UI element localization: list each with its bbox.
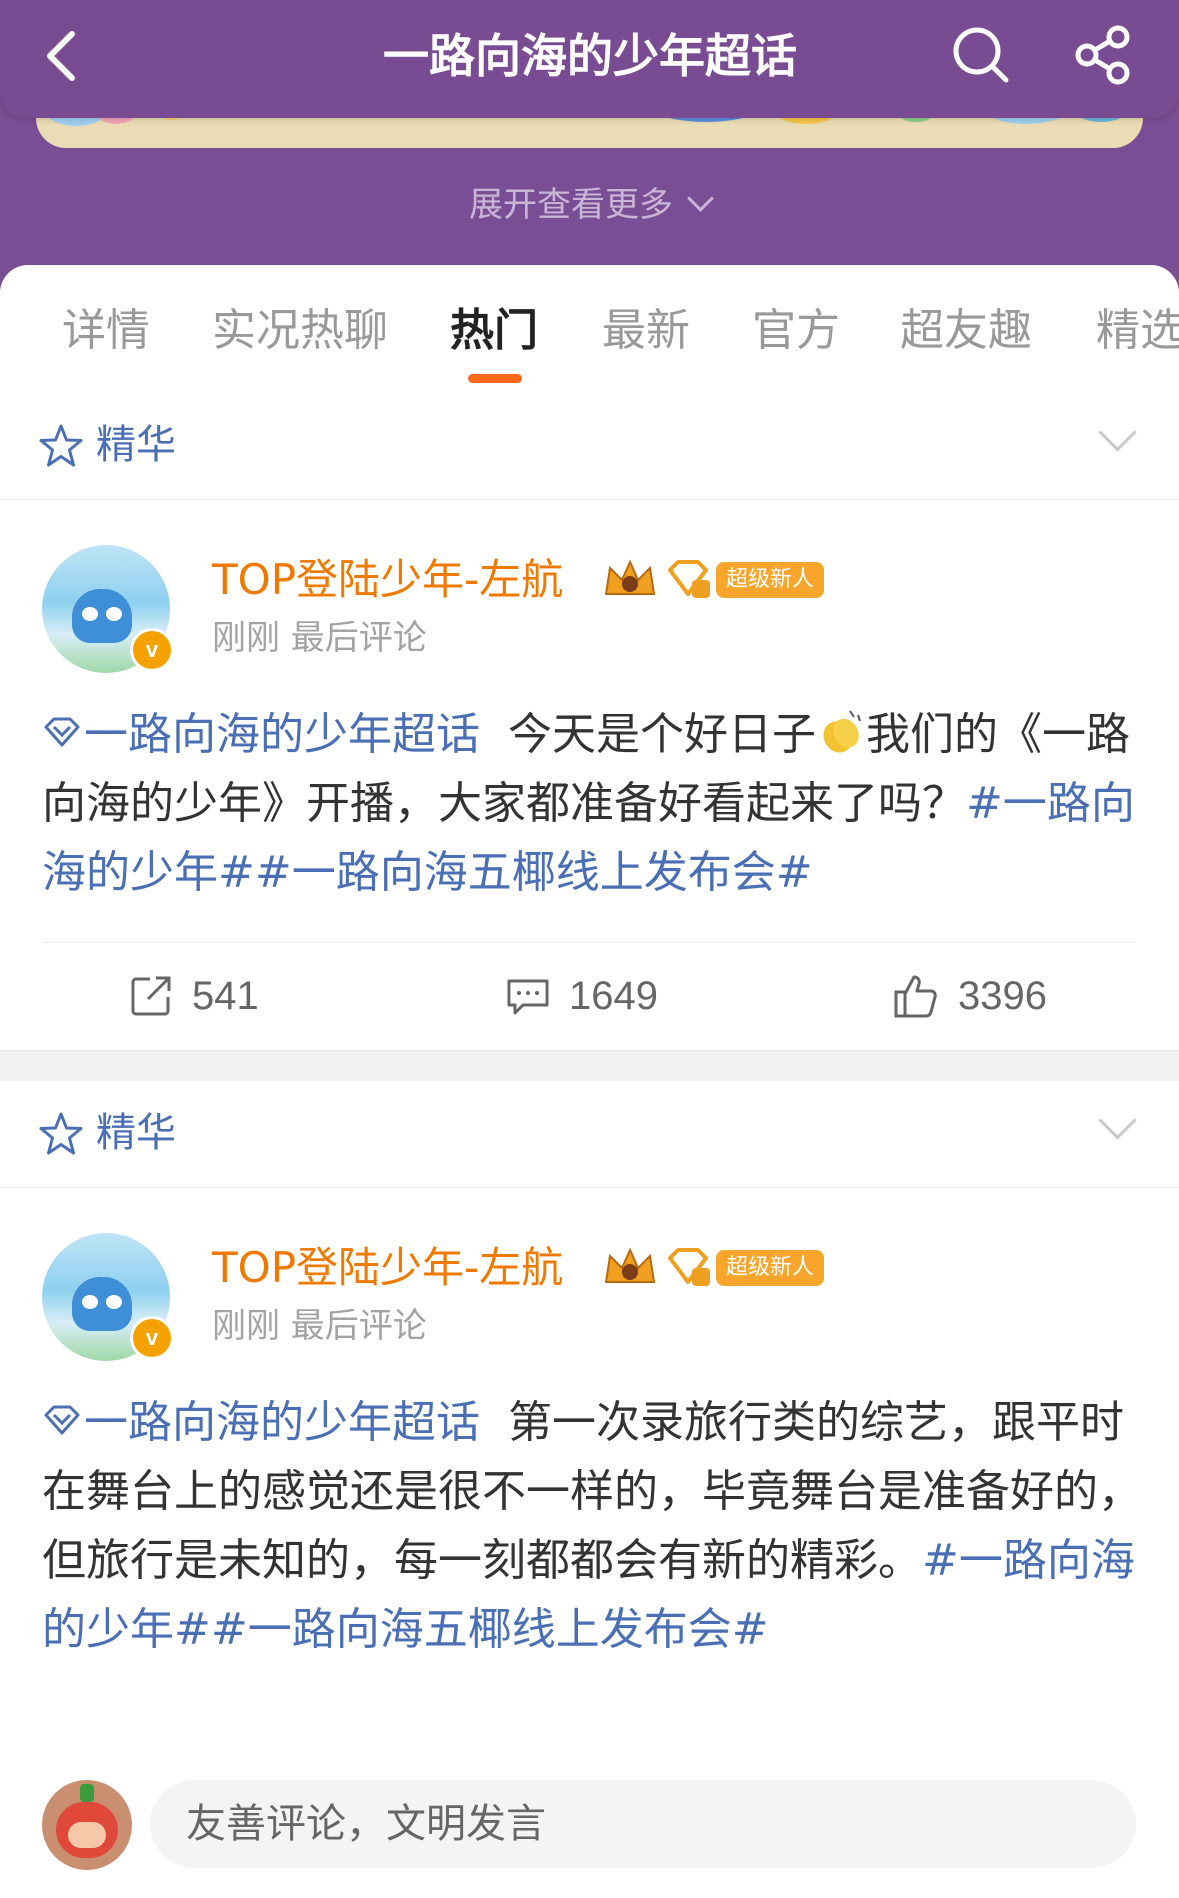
super-newcomer-badge: 超级新人 bbox=[716, 1250, 825, 1286]
post-meta: 刚刚 最后评论 bbox=[212, 1306, 427, 1346]
content-tabs: 详情 实况热聊 热门 最新 官方 超友趣 精选 bbox=[0, 265, 1179, 394]
page-title: 一路向海的少年超话 bbox=[383, 29, 797, 83]
diamond-level-badge-icon bbox=[668, 1248, 710, 1286]
post-body: 一路向海的少年超话 第一次录旅行类的综艺，跟平时在舞台上的感觉还是很不一样的，毕… bbox=[42, 1388, 1142, 1664]
diamond-level-badge-icon bbox=[668, 560, 710, 598]
tab-fun[interactable]: 超友趣 bbox=[900, 301, 1032, 361]
chevron-down-icon bbox=[1098, 1101, 1137, 1140]
tab-details[interactable]: 详情 bbox=[62, 301, 150, 361]
repost-count: 541 bbox=[192, 973, 259, 1018]
section-gap bbox=[0, 1050, 1179, 1081]
chevron-down-icon bbox=[1098, 413, 1137, 452]
post-card: v TOP登陆少年-左航 超级新人 刚刚 最后评论 一路向海的少年超话 第一次录… bbox=[0, 1188, 1179, 1740]
featured-label: 精华 bbox=[96, 1110, 176, 1156]
supertopic-link[interactable]: 一路向海的少年超话 bbox=[42, 1397, 480, 1448]
top-navigation-bar: 一路向海的少年超话 bbox=[0, 0, 1179, 118]
verified-badge-icon: v bbox=[130, 1316, 174, 1360]
supertopic-link[interactable]: 一路向海的少年超话 bbox=[42, 709, 480, 760]
featured-header[interactable]: 精华 bbox=[0, 393, 1179, 500]
repost-button[interactable]: 541 bbox=[128, 946, 259, 1046]
back-arrow-icon[interactable] bbox=[34, 26, 94, 86]
expand-more-label: 展开查看更多 bbox=[469, 185, 673, 225]
tab-hot[interactable]: 热门 bbox=[450, 301, 538, 361]
post-card: v TOP登陆少年-左航 超级新人 刚刚 最后评论 一路向海的少年超话 今天是个… bbox=[0, 500, 1179, 1050]
diamond-icon bbox=[44, 1405, 80, 1435]
thumbs-up-icon bbox=[894, 975, 937, 1018]
diamond-icon bbox=[44, 717, 80, 747]
verified-badge-icon: v bbox=[130, 628, 174, 672]
tab-latest[interactable]: 最新 bbox=[602, 301, 690, 361]
repost-icon bbox=[131, 976, 171, 1016]
post-actions: 541 1649 3396 bbox=[0, 943, 1179, 1049]
clapping-hands-emoji bbox=[823, 710, 861, 753]
star-icon bbox=[39, 424, 83, 467]
tab-selected[interactable]: 精选 bbox=[1096, 301, 1179, 361]
comment-icon bbox=[507, 979, 549, 1015]
chevron-down-icon bbox=[687, 185, 714, 212]
post-meta: 刚刚 最后评论 bbox=[212, 618, 427, 658]
username[interactable]: TOP登陆少年-左航 bbox=[212, 1238, 563, 1298]
comment-input[interactable] bbox=[150, 1780, 1136, 1868]
crown-badge-icon bbox=[604, 1247, 656, 1283]
like-count: 3396 bbox=[958, 973, 1047, 1018]
comment-bar bbox=[0, 1740, 1179, 1898]
post-body: 一路向海的少年超话 今天是个好日子 我们的《一路向海的少年》开播，大家都准备好看起… bbox=[42, 700, 1142, 907]
post-text: 今天是个好日子 bbox=[507, 709, 816, 760]
expand-more-button[interactable]: 展开查看更多 bbox=[0, 180, 1179, 230]
share-icon[interactable] bbox=[1070, 22, 1136, 88]
active-tab-indicator bbox=[468, 374, 522, 383]
tab-official[interactable]: 官方 bbox=[752, 301, 840, 361]
star-icon bbox=[39, 1112, 83, 1155]
username[interactable]: TOP登陆少年-左航 bbox=[212, 550, 563, 610]
comment-count: 1649 bbox=[569, 973, 658, 1018]
like-button[interactable]: 3396 bbox=[892, 946, 1047, 1046]
tab-live-chat[interactable]: 实况热聊 bbox=[212, 301, 388, 361]
comment-button[interactable]: 1649 bbox=[505, 946, 658, 1046]
search-icon[interactable] bbox=[948, 22, 1014, 88]
crown-badge-icon bbox=[604, 559, 656, 595]
featured-label: 精华 bbox=[96, 422, 176, 468]
featured-header[interactable]: 精华 bbox=[0, 1081, 1179, 1188]
super-newcomer-badge: 超级新人 bbox=[716, 562, 825, 598]
my-avatar[interactable] bbox=[42, 1780, 132, 1870]
